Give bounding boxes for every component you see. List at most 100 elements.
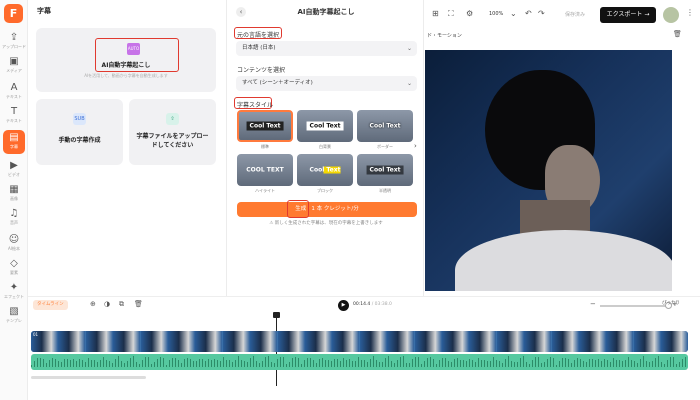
upload-caption-card[interactable]: ⇧ 字幕ファイルをアップロードしてください [129,99,216,165]
audio-waveform-bar [613,357,614,367]
audio-waveform-bar [235,359,236,367]
style-tile-highlight[interactable]: COOL TEXT [237,154,293,186]
audio-waveform-bar [505,359,506,367]
audio-waveform-bar [520,357,521,367]
zoom-slider[interactable] [600,305,668,307]
sidebar-item-captions[interactable]: ▤ 字幕 [3,130,25,154]
language-select[interactable]: 日本語 (日本) ⌄ [236,41,417,56]
more-icon[interactable]: ⋮ [686,8,694,17]
audio-waveform-bar [313,360,314,367]
audio-waveform-bar [421,364,422,367]
undo-icon[interactable]: ↶ [525,9,532,18]
audio-waveform-bar [496,360,497,367]
timeline-scrollbar[interactable] [31,376,146,379]
audio-waveform-bar [535,357,536,367]
audio-waveform-bar [403,356,404,367]
style-tile-border[interactable]: Cool Text [357,110,413,142]
settings-icon[interactable]: ⚙ [466,9,473,18]
sidebar-item-shapes[interactable]: ◇ 要素 [0,258,28,276]
audio-waveform-bar [97,361,98,367]
audio-waveform-bar [460,359,461,367]
zoom-out-icon[interactable]: − [590,300,596,308]
redo-icon[interactable]: ↷ [538,9,545,18]
language-label: 元の言語を選択 [237,32,280,39]
audio-waveform-bar [364,360,365,367]
audio-waveform-bar [307,358,308,367]
audio-waveform-bar [556,364,557,367]
zoom-level[interactable]: 100% [489,11,503,17]
manual-caption-card[interactable]: SUB 手動の字幕作成 [36,99,123,165]
audio-waveform-bar [334,359,335,367]
style-tile-block[interactable]: Cool Text [297,154,353,186]
audio-waveform-bar [136,362,137,367]
audio-waveform-bar [223,357,224,367]
sidebar-item-media[interactable]: ▣ メディア [0,56,28,74]
sidebar-item-text[interactable]: T テキスト [0,106,28,124]
audio-waveform-bar [433,358,434,367]
chevron-right-icon[interactable]: › [414,142,417,150]
sidebar-item-effects[interactable]: ✦ エフェクト [0,282,28,300]
save-button[interactable]: 保存済み [555,8,595,23]
sidebar-item-audio[interactable]: A テキスト [0,82,28,100]
video-track[interactable] [31,331,688,352]
audio-waveform-bar [106,360,107,367]
play-button[interactable]: ▶ [338,300,349,311]
audio-waveform-bar [151,363,152,367]
style-label-text: 半透明 [379,188,391,193]
sidebar-item-sticker[interactable]: ☺ AI絵本 [0,234,28,252]
delete-icon[interactable]: 🗑 [134,300,143,308]
style-tile-translucent[interactable]: Cool Text [357,154,413,186]
track-subhead: ド・モーション [427,33,462,39]
audio-track[interactable] [31,354,688,370]
audio-waveform-bar [325,359,326,367]
text-icon: T [10,106,18,117]
export-button[interactable]: エクスポート → [600,7,656,23]
trim-icon[interactable]: ⊞ [432,9,439,18]
sidebar-item-music[interactable]: ♫ 音声 [0,208,28,226]
video-preview[interactable] [425,50,672,291]
chevron-down-icon[interactable]: ⌄ [510,9,517,18]
audio-waveform-bar [331,361,332,367]
style-text-block: Cool Text [309,166,341,174]
content-select[interactable]: すべて (シーン＋オーディオ) ⌄ [236,76,417,91]
sidebar-item-template[interactable]: ▧ テンプレ [0,306,28,324]
video-thumbnail [359,331,387,352]
crop-icon[interactable]: ⛶ [448,9,454,19]
sidebar-item-image[interactable]: ▦ 画像 [0,184,28,202]
sidebar-item-label: テキスト [6,118,22,123]
audio-waveform-bar [577,358,578,367]
app-logo[interactable]: F [4,4,23,23]
audio-waveform-bar [199,359,200,367]
audio-waveform-bar [52,358,53,367]
audio-waveform-bar [361,360,362,367]
trash-icon[interactable]: 🗑 [673,30,682,38]
audio-waveform-bar [67,358,68,367]
copy-icon[interactable]: ⧉ [119,300,124,309]
video-thumbnail [85,331,113,352]
generate-button[interactable]: 生成 · 1 本 クレジット/分 [237,202,417,217]
audio-waveform-bar [76,360,77,367]
audio-waveform-bar [115,358,116,367]
sidebar-item-upload[interactable]: ⇪ アップロード [0,32,28,50]
audio-waveform-bar [463,359,464,367]
style-preview-text: Cool Text [369,122,401,130]
style-tile-white-bg[interactable]: Cool Text [297,110,353,142]
audio-waveform-bar [409,362,410,367]
timeline-chip[interactable]: タイムライン [33,300,68,310]
left-sidebar: F ⇪ アップロード ▣ メディア A テキスト T テキスト ▤ 字幕 ▶ ビ… [0,0,28,400]
audio-waveform-bar [391,361,392,367]
audio-waveform-bar [298,358,299,367]
auto-caption-card[interactable]: AUTO AI自動字幕起こし AIを活用して、動画から字幕を自動生成します [36,28,216,92]
split-icon[interactable]: ◑ [104,300,110,308]
style-tile-standard[interactable]: Cool Text [237,110,293,142]
audio-waveform-bar [586,361,587,367]
media-icon: ▣ [9,56,19,67]
video-thumbnail [442,331,469,352]
audio-waveform-bar [649,362,650,367]
avatar[interactable] [663,7,679,23]
sidebar-item-video[interactable]: ▶ ビデオ [0,160,28,178]
fit-button[interactable]: ぴったり [662,300,680,306]
audio-waveform-bar [670,357,671,367]
audio-waveform-bar [322,358,323,367]
add-icon[interactable]: ⊕ [90,300,96,308]
